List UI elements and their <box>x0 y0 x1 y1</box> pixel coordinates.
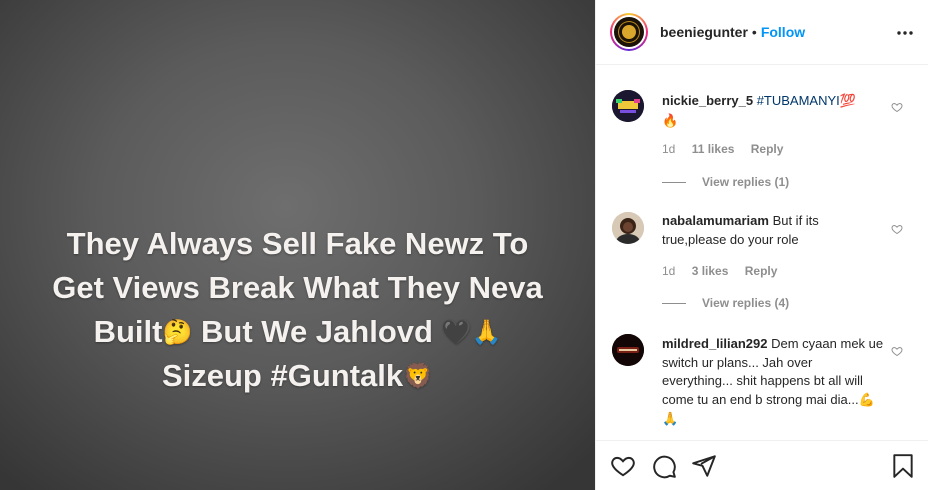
header-username[interactable]: beeniegunter <box>660 24 748 40</box>
lion-emoji-icon: 🦁 <box>403 362 434 390</box>
post-sidebar: beeniegunter • Follow nickie_berry_5 #TU… <box>595 0 928 490</box>
follow-button[interactable]: Follow <box>761 24 805 40</box>
bookmark-icon[interactable] <box>890 453 916 479</box>
comment-likes[interactable]: 3 likes <box>692 264 729 278</box>
post-text-jahlovd: But We Jahlovd <box>201 314 433 349</box>
comment-text: nickie_berry_5 #TUBAMANYI💯 🔥 <box>662 92 884 131</box>
comment-reply-button[interactable]: Reply <box>751 142 784 156</box>
comment-like-heart-icon[interactable] <box>891 222 903 235</box>
comment-text: mildred_lilian292 Dem cyaan mek ue switc… <box>662 335 884 430</box>
pray-emoji-icon: 🙏 <box>471 318 502 346</box>
more-icon[interactable] <box>896 20 914 41</box>
comment-avatar[interactable] <box>612 334 644 366</box>
post-text-line-1: They Always Sell Fake Newz To <box>66 226 529 261</box>
comment-avatar[interactable] <box>612 212 644 244</box>
comment-meta: 1d 11 likes Reply <box>662 142 796 156</box>
comments-list[interactable]: nickie_berry_5 #TUBAMANYI💯 🔥 1d 11 likes… <box>596 66 928 440</box>
post-text-line-2: Get Views Break What They Neva <box>52 270 543 305</box>
post-text-built: Built <box>93 314 163 349</box>
post-image-text: They Always Sell Fake Newz To Get Views … <box>0 222 595 398</box>
avatar-image <box>614 17 644 47</box>
view-replies-button[interactable]: View replies (4) <box>662 296 789 310</box>
list-item: nickie_berry_5 #TUBAMANYI💯 🔥 1d 11 likes… <box>596 66 928 196</box>
comment-icon[interactable] <box>651 453 677 479</box>
comment-time[interactable]: 1d <box>662 264 675 278</box>
comment-reply-button[interactable]: Reply <box>745 264 778 278</box>
comment-like-heart-icon[interactable] <box>891 100 903 113</box>
share-icon[interactable] <box>691 453 717 479</box>
comment-username[interactable]: mildred_lilian292 <box>662 336 768 351</box>
comment-hashtag[interactable]: #TUBAMANYI <box>757 93 840 108</box>
header-separator: • <box>751 24 757 40</box>
comment-time[interactable]: 1d <box>662 142 675 156</box>
avatar[interactable] <box>610 13 648 51</box>
replies-divider <box>662 181 686 183</box>
hundred-emoji-icon: 💯 <box>839 94 856 109</box>
view-replies-label: View replies (1) <box>702 175 790 189</box>
post-image[interactable]: They Always Sell Fake Newz To Get Views … <box>0 0 595 490</box>
black-heart-emoji-icon: 🖤 <box>441 318 472 346</box>
comment-username[interactable]: nickie_berry_5 <box>662 93 753 108</box>
comment-avatar[interactable] <box>612 90 644 122</box>
post-text-line-4: Sizeup #Guntalk🦁 <box>0 354 595 398</box>
post-actions-bar <box>596 440 928 490</box>
comment-meta: 1d 3 likes Reply <box>662 264 790 278</box>
comment-username[interactable]: nabalamumariam <box>662 213 769 228</box>
post-modal: They Always Sell Fake Newz To Get Views … <box>0 0 928 490</box>
post-header: beeniegunter • Follow <box>596 0 928 65</box>
list-item: mildred_lilian292 Dem cyaan mek ue switc… <box>596 318 928 440</box>
comment-text: nabalamumariam But if its true,please do… <box>662 212 884 249</box>
thinking-emoji-icon: 🤔 <box>162 318 193 346</box>
comment-likes[interactable]: 11 likes <box>692 142 735 156</box>
list-item: nabalamumariam But if its true,please do… <box>596 196 928 318</box>
heart-icon[interactable] <box>610 453 636 479</box>
view-replies-button[interactable]: View replies (1) <box>662 175 789 189</box>
replies-divider <box>662 302 686 304</box>
post-text-line-3: Built🤔 But We Jahlovd 🖤🙏 <box>0 310 595 354</box>
post-text-sizeup: Sizeup #Guntalk <box>161 358 404 393</box>
fire-emoji-icon: 🔥 <box>662 113 679 129</box>
view-replies-label: View replies (4) <box>702 296 790 310</box>
comment-like-heart-icon[interactable] <box>891 344 903 357</box>
